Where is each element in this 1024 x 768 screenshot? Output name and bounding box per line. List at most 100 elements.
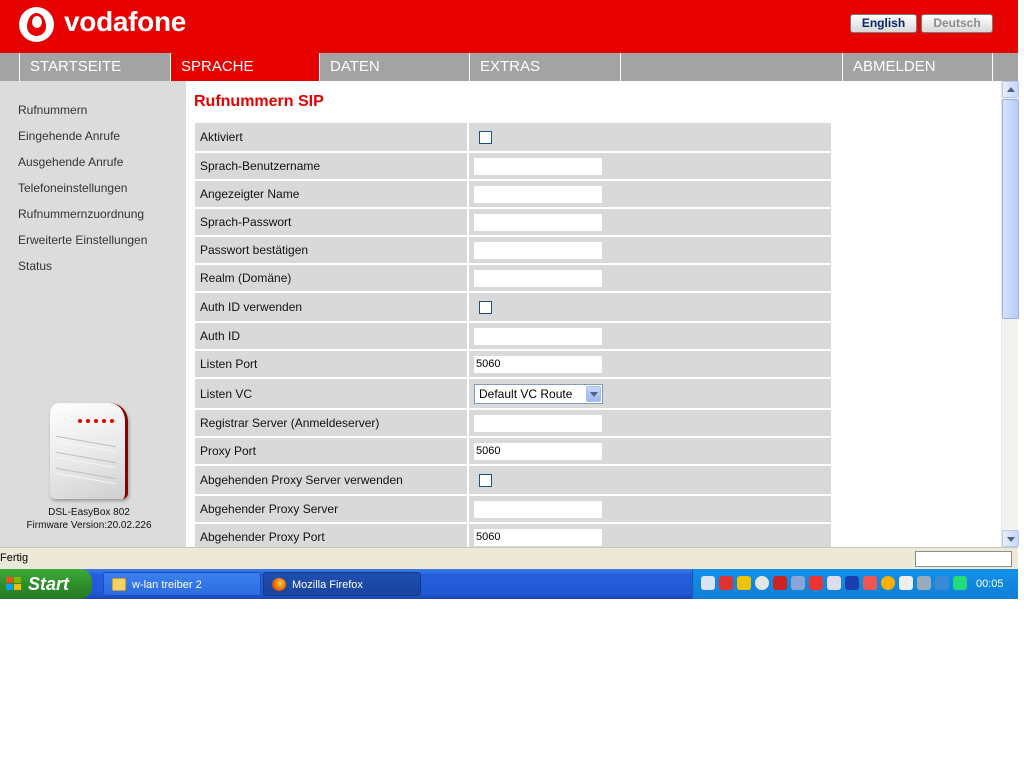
vodafone-logo-icon — [19, 7, 54, 42]
network-icon[interactable] — [701, 576, 715, 590]
form-row: Listen VC Default VC Route — [195, 379, 831, 408]
field-label: Auth ID — [195, 323, 467, 349]
volume-icon[interactable] — [827, 576, 841, 590]
sidebar-item-rufnummernzuordnung[interactable]: Rufnummernzuordnung — [18, 207, 144, 221]
chevron-down-icon[interactable] — [586, 385, 601, 402]
angezeigter-name-input[interactable] — [474, 185, 602, 203]
sidebar-item-eingehende-anrufe[interactable]: Eingehende Anrufe — [18, 129, 120, 143]
nav-extras[interactable]: EXTRAS — [469, 53, 620, 81]
security-shield-icon[interactable] — [737, 576, 751, 590]
sidebar-item-rufnummern[interactable]: Rufnummern — [18, 103, 87, 117]
field-label: Listen Port — [195, 351, 467, 377]
form-row: Sprach-Benutzername — [195, 153, 831, 179]
main-nav: STARTSEITE SPRACHE DATEN EXTRAS ABMELDEN — [0, 53, 1018, 81]
field-label: Auth ID verwenden — [195, 293, 467, 321]
firefox-icon — [272, 578, 286, 591]
field-label: Angezeigter Name — [195, 181, 467, 207]
scroll-up-icon[interactable] — [1002, 81, 1019, 98]
deutsch-button[interactable]: Deutsch — [921, 14, 993, 33]
nav-daten[interactable]: DATEN — [319, 53, 469, 81]
field-label: Abgehender Proxy Port — [195, 524, 467, 547]
monitor-icon[interactable] — [935, 576, 949, 590]
form-row: Aktiviert — [195, 123, 831, 151]
listen-port-input[interactable]: 5060 — [474, 355, 602, 373]
start-label: Start — [28, 574, 70, 594]
sprach-passwort-input[interactable] — [474, 213, 602, 231]
field-label: Passwort bestätigen — [195, 237, 467, 263]
connection-icon[interactable] — [791, 576, 805, 590]
form-row: Proxy Port 5060 — [195, 438, 831, 464]
auth-id-input[interactable] — [474, 327, 602, 345]
field-label: Listen VC — [195, 379, 467, 408]
status-bar: Fertig — [0, 547, 1018, 569]
sidebar-item-ausgehende-anrufe[interactable]: Ausgehende Anrufe — [18, 155, 123, 169]
realm-input[interactable] — [474, 269, 602, 287]
display-icon[interactable] — [917, 576, 931, 590]
form-row: Angezeigter Name — [195, 181, 831, 207]
device-name: DSL-EasyBox 802 — [48, 507, 130, 518]
form-row: Auth ID — [195, 323, 831, 349]
passwort-bestaetigen-input[interactable] — [474, 241, 602, 259]
clock[interactable]: 00:05 — [976, 569, 1004, 599]
sidebar-item-erweiterte-einstellungen[interactable]: Erweiterte Einstellungen — [18, 233, 147, 247]
form-row: Registrar Server (Anmeldeserver) — [195, 410, 831, 436]
taskbar-item-folder[interactable]: w-lan treiber 2 — [103, 572, 261, 596]
windows-logo-icon — [6, 577, 22, 591]
nav-startseite[interactable]: STARTSEITE — [19, 53, 170, 81]
form-row: Abgehender Proxy Port 5060 — [195, 524, 831, 547]
field-label: Sprach-Passwort — [195, 209, 467, 235]
field-label: Proxy Port — [195, 438, 467, 464]
scroll-down-icon[interactable] — [1002, 530, 1019, 547]
screen-icon[interactable] — [953, 576, 967, 590]
network-error-icon[interactable] — [719, 576, 733, 590]
english-button[interactable]: English — [850, 14, 917, 33]
taskbar-item-label: Mozilla Firefox — [292, 579, 363, 591]
sidebar: Rufnummern Eingehende Anrufe Ausgehende … — [0, 81, 186, 547]
bluetooth-icon[interactable] — [845, 576, 859, 590]
usb-icon[interactable] — [899, 576, 913, 590]
field-label: Realm (Domäne) — [195, 265, 467, 291]
taskbar-item-firefox[interactable]: Mozilla Firefox — [263, 572, 421, 596]
proxy-port-input[interactable]: 5060 — [474, 442, 602, 460]
form-row: Listen Port 5060 — [195, 351, 831, 377]
nav-sprache[interactable]: SPRACHE — [170, 53, 319, 81]
scroll-thumb[interactable] — [1002, 99, 1019, 319]
abgehender-proxy-server-input[interactable] — [474, 500, 602, 518]
listen-vc-select[interactable]: Default VC Route — [474, 383, 603, 404]
registrar-server-input[interactable] — [474, 414, 602, 432]
nav-end — [992, 53, 1018, 81]
sprach-benutzername-input[interactable] — [474, 157, 602, 175]
antivirus-icon[interactable] — [773, 576, 787, 590]
field-label: Registrar Server (Anmeldeserver) — [195, 410, 467, 436]
nav-spacer — [620, 53, 842, 81]
taskbar-item-label: w-lan treiber 2 — [132, 579, 202, 591]
field-label: Sprach-Benutzername — [195, 153, 467, 179]
form-row: Abgehender Proxy Server — [195, 496, 831, 522]
auth-id-verwenden-checkbox[interactable] — [479, 300, 492, 314]
site-header: vodafone English Deutsch — [0, 0, 1018, 53]
listen-vc-selected-value: Default VC Route — [479, 386, 573, 401]
app-tray-icon[interactable] — [863, 576, 877, 590]
form-row: Abgehenden Proxy Server verwenden — [195, 466, 831, 494]
field-label: Abgehenden Proxy Server verwenden — [195, 466, 467, 494]
messenger-icon[interactable] — [755, 576, 769, 590]
system-tray: 00:05 — [692, 569, 1018, 599]
status-panel — [915, 551, 1012, 567]
router-image — [48, 401, 130, 501]
start-button[interactable]: Start — [0, 569, 92, 599]
status-text: Fertig — [0, 552, 29, 564]
field-label: Abgehender Proxy Server — [195, 496, 467, 522]
sync-icon[interactable] — [881, 576, 895, 590]
vertical-scrollbar[interactable] — [1001, 81, 1019, 547]
sidebar-item-telefoneinstellungen[interactable]: Telefoneinstellungen — [18, 181, 127, 195]
page-title: Rufnummern SIP — [194, 93, 324, 110]
sidebar-item-status[interactable]: Status — [18, 259, 52, 273]
proxy-server-verwenden-checkbox[interactable] — [479, 473, 492, 487]
aktiviert-checkbox[interactable] — [479, 130, 492, 144]
abgehender-proxy-port-input[interactable]: 5060 — [474, 528, 602, 546]
browser-window: vodafone English Deutsch STARTSEITE SPRA… — [0, 0, 1024, 768]
update-icon[interactable] — [809, 576, 823, 590]
form-row: Auth ID verwenden — [195, 293, 831, 321]
form-row: Passwort bestätigen — [195, 237, 831, 263]
nav-abmelden[interactable]: ABMELDEN — [842, 53, 992, 81]
